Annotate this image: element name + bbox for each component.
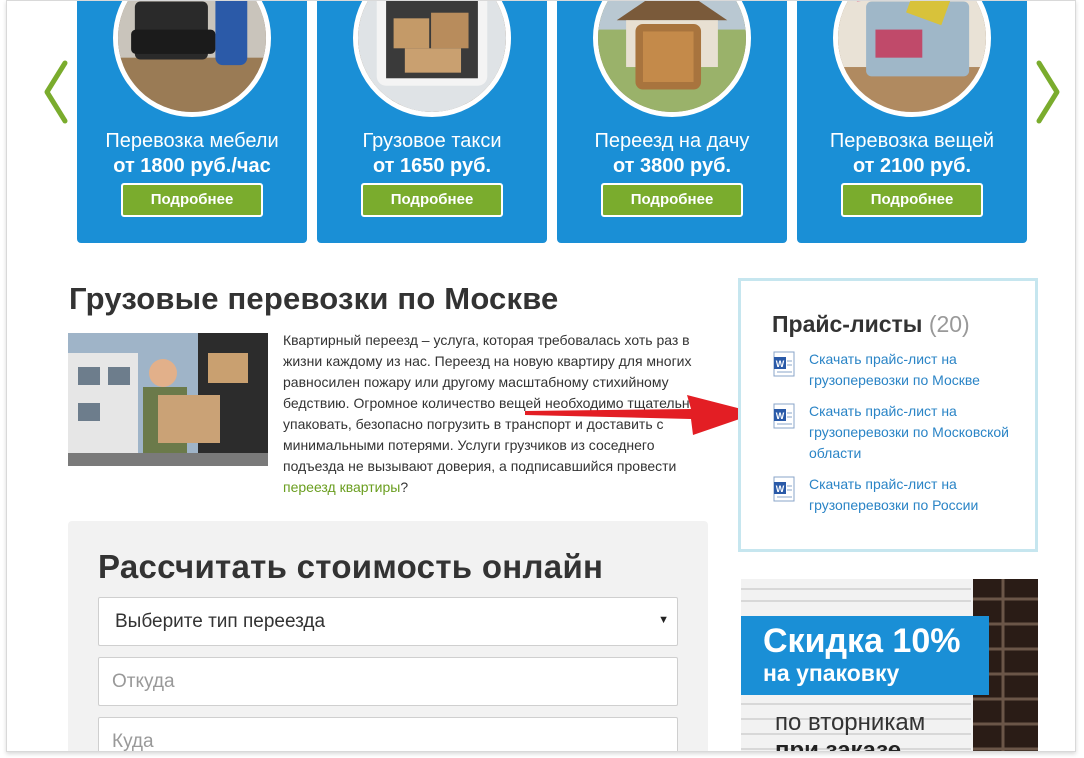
discount-badge: Скидка 10% на упаковку <box>741 616 989 695</box>
more-button[interactable]: Подробнее <box>841 183 983 217</box>
card-price: от 3800 руб. <box>612 155 732 177</box>
price-list-link[interactable]: Скачать прайс-лист на грузоперевозки по … <box>809 401 1024 464</box>
price-lists-panel: Прайс-листы (20) W Скачать прайс-лист на… <box>738 278 1038 552</box>
packaging-discount-banner[interactable]: Скидка 10% на упаковку по вторникам при … <box>741 579 1038 752</box>
card-photo <box>113 1 271 117</box>
discount-headline: Скидка 10% <box>763 622 961 660</box>
svg-text:W: W <box>776 411 785 421</box>
service-card-dacha: Переезд на дачу от 3800 руб. Подробнее <box>557 1 787 243</box>
carousel-prev-button[interactable] <box>41 59 71 125</box>
card-title: Переезд на дачу <box>594 130 750 152</box>
to-address-input[interactable] <box>98 717 678 751</box>
card-price: от 1800 руб./час <box>113 155 271 177</box>
page-title: Грузовые перевозки по Москве <box>69 281 559 316</box>
cost-calculator: Рассчитать стоимость онлайн Выберите тип… <box>68 521 708 751</box>
svg-text:W: W <box>776 484 785 494</box>
service-card-cargo-taxi: Грузовое такси от 1650 руб. Подробнее <box>317 1 547 243</box>
chevron-left-icon <box>44 60 68 124</box>
card-photo <box>833 1 991 117</box>
move-type-select[interactable]: Выберите тип переезда ▼ <box>98 597 678 646</box>
word-document-icon: W <box>773 476 795 502</box>
red-arrow-icon <box>525 395 757 435</box>
intro-end: ? <box>400 479 409 495</box>
move-type-value: Выберите тип переезда <box>115 611 326 632</box>
discount-subline: на упаковку <box>763 660 900 686</box>
price-lists-title: Прайс-листы (20) <box>772 311 970 338</box>
mover-photo <box>68 333 268 466</box>
page-frame: Перевозка мебели от 1800 руб./час Подроб… <box>6 0 1076 752</box>
card-title: Перевозка мебели <box>105 130 279 152</box>
carousel-next-button[interactable] <box>1033 59 1063 125</box>
word-document-icon: W <box>773 403 795 429</box>
discount-condition-2: при заказе <box>775 737 902 752</box>
more-button[interactable]: Подробнее <box>361 183 503 217</box>
chevron-right-icon <box>1036 60 1060 124</box>
card-price: от 2100 руб. <box>852 155 972 177</box>
more-button[interactable]: Подробнее <box>121 183 263 217</box>
price-list-link[interactable]: Скачать прайс-лист на грузоперевозки по … <box>809 474 1024 516</box>
card-photo <box>353 1 511 117</box>
from-address-input[interactable] <box>98 657 678 706</box>
service-card-belongings: Перевозка вещей от 2100 руб. Подробнее <box>797 1 1027 243</box>
dropdown-caret-icon: ▼ <box>658 614 669 626</box>
word-document-icon: W <box>773 351 795 377</box>
service-card-furniture: Перевозка мебели от 1800 руб./час Подроб… <box>77 1 307 243</box>
apartment-move-link[interactable]: переезд квартиры <box>283 479 400 495</box>
more-button[interactable]: Подробнее <box>601 183 743 217</box>
svg-text:W: W <box>776 359 785 369</box>
price-lists-heading: Прайс-листы <box>772 311 923 337</box>
discount-condition: по вторникам <box>775 709 926 736</box>
calculator-title: Рассчитать стоимость онлайн <box>98 548 604 585</box>
card-photo <box>593 1 751 117</box>
card-title: Перевозка вещей <box>829 130 995 152</box>
price-list-link[interactable]: Скачать прайс-лист на грузоперевозки по … <box>809 349 1024 391</box>
price-lists-count: (20) <box>928 311 970 337</box>
card-price: от 1650 руб. <box>372 155 492 177</box>
card-title: Грузовое такси <box>362 130 502 152</box>
